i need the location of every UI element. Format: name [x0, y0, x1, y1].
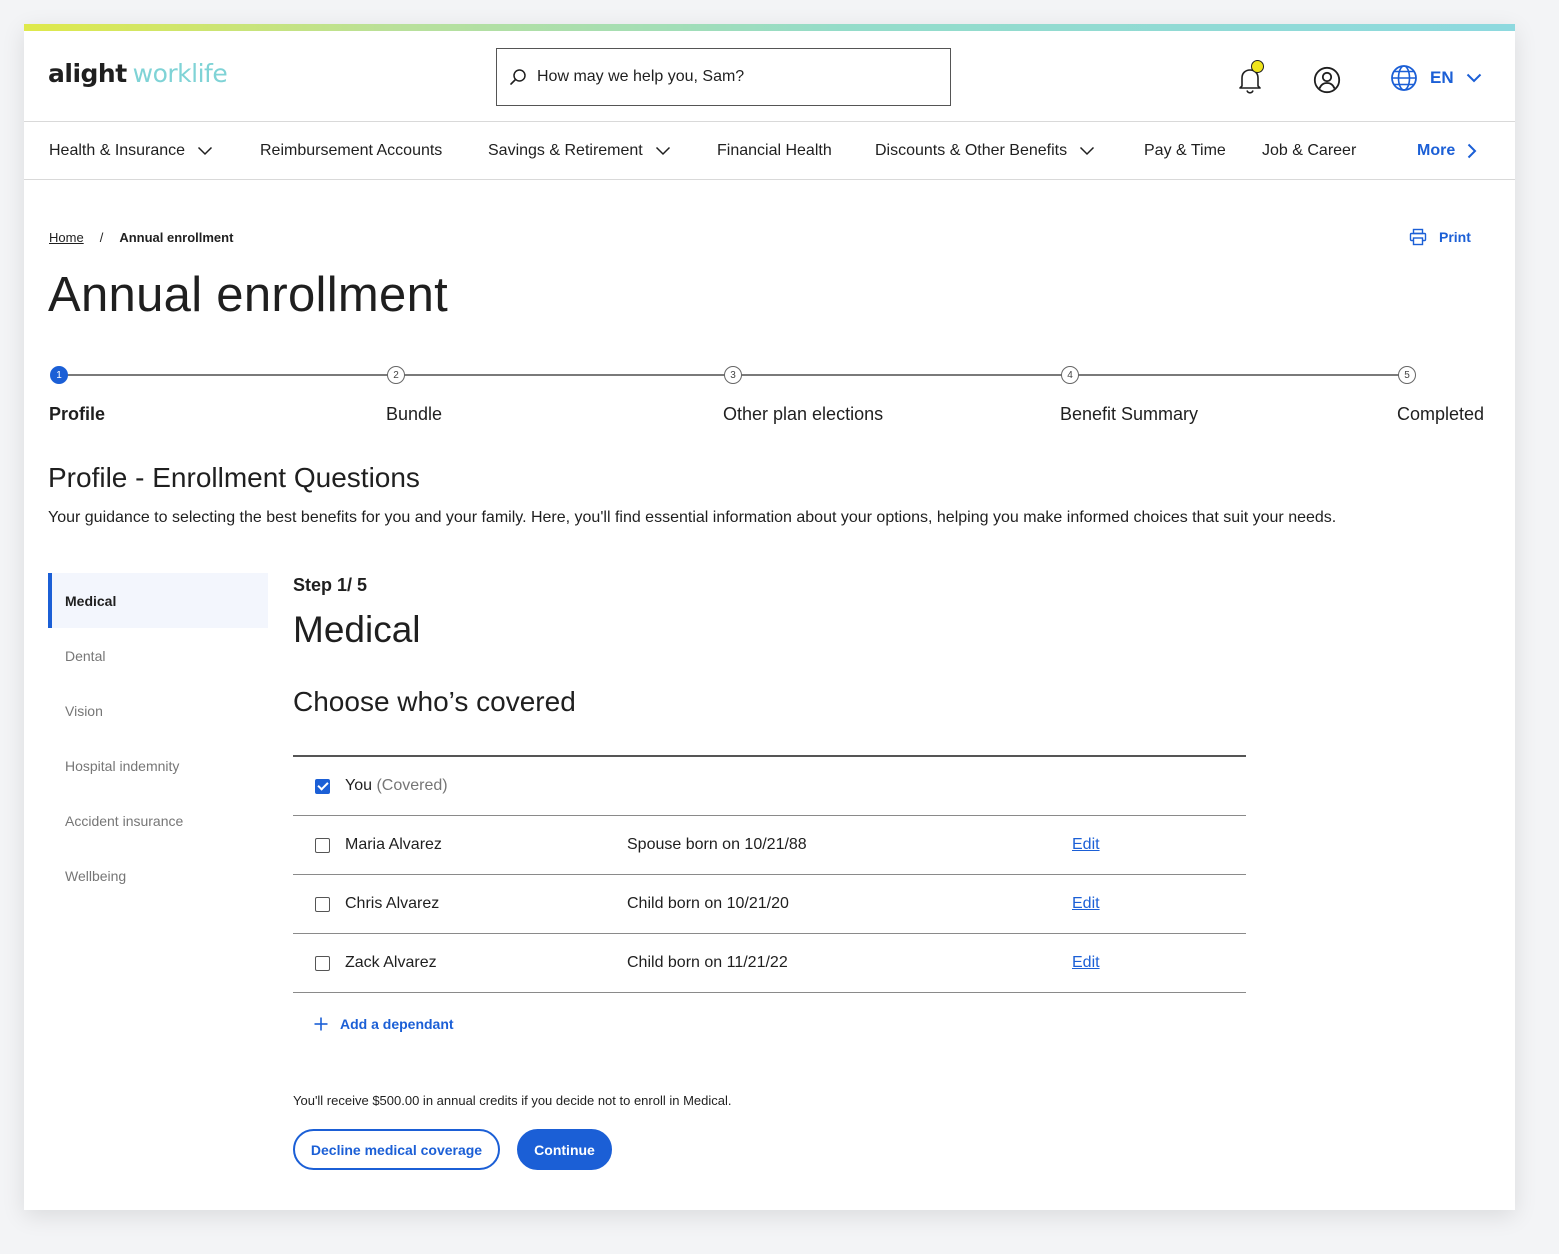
breadcrumb-separator: /	[99, 230, 104, 245]
sidebar-item-wellbeing[interactable]: Wellbeing	[48, 848, 268, 903]
user-icon	[1313, 66, 1341, 94]
main-nav: Health & Insurance Reimbursement Account…	[24, 122, 1515, 180]
chevron-down-icon	[198, 146, 213, 156]
step-label-bundle: Bundle	[386, 404, 443, 424]
coverage-row-maria: Maria Alvarez Spouse born on 10/21/88 Ed…	[293, 816, 1246, 875]
logo-primary: alight	[48, 59, 127, 88]
nav-savings-retirement[interactable]: Savings & Retirement	[488, 122, 671, 180]
breadcrumb: Home / Annual enrollment	[49, 230, 233, 245]
accent-bar	[24, 24, 1515, 31]
breadcrumb-current: Annual enrollment	[119, 230, 234, 245]
breadcrumb-home-link[interactable]: Home	[49, 230, 84, 245]
section-description: Your guidance to selecting the best bene…	[48, 509, 1337, 526]
logo-secondary: worklife	[132, 59, 228, 88]
member-name: Chris Alvarez	[345, 895, 440, 912]
search-box[interactable]	[496, 48, 951, 106]
coverage-row-chris: Chris Alvarez Child born on 10/21/20 Edi…	[293, 875, 1246, 934]
nav-item-label: Financial Health	[717, 142, 832, 159]
search-icon	[510, 69, 526, 85]
chevron-down-icon	[655, 146, 670, 156]
header: alightworklife EN	[24, 31, 1515, 122]
nav-job-career[interactable]: Job & Career	[1262, 122, 1356, 180]
edit-link[interactable]: Edit	[1072, 895, 1100, 913]
plus-icon	[314, 1017, 328, 1031]
decline-medical-coverage-button[interactable]: Decline medical coverage	[293, 1129, 500, 1170]
coverage-row-zack: Zack Alvarez Child born on 11/21/22 Edit	[293, 934, 1246, 993]
member-name: You (Covered)	[345, 777, 448, 795]
printer-icon	[1409, 228, 1427, 246]
language-selector[interactable]: EN	[1390, 64, 1482, 92]
coverage-table: You (Covered) Maria Alvarez Spouse born …	[293, 755, 1246, 993]
step-label-profile: Profile	[49, 404, 106, 424]
add-dependant-button[interactable]: Add a dependant	[314, 1016, 454, 1032]
logo[interactable]: alight worklife	[48, 59, 228, 88]
nav-item-label: Savings & Retirement	[488, 142, 643, 159]
language-label: EN	[1430, 68, 1454, 87]
edit-link[interactable]: Edit	[1072, 954, 1100, 972]
continue-button[interactable]: Continue	[517, 1129, 612, 1170]
step-label-benefit-summary: Benefit Summary	[1060, 404, 1199, 424]
chevron-right-icon	[1468, 143, 1477, 159]
print-button[interactable]: Print	[1409, 228, 1471, 246]
profile-button[interactable]	[1313, 66, 1341, 94]
step-label-other-plan-elections: Other plan elections	[723, 404, 884, 424]
coverage-row-you: You (Covered)	[293, 757, 1246, 816]
nav-item-label: Discounts & Other Benefits	[875, 142, 1068, 159]
credit-note: You'll receive $500.00 in annual credits…	[293, 1093, 732, 1108]
sidebar-item-accident-insurance[interactable]: Accident insurance	[48, 793, 268, 848]
step-label-completed: Completed	[1397, 404, 1485, 424]
checkbox-you[interactable]	[315, 778, 330, 794]
globe-icon	[1391, 65, 1417, 91]
step-indicator-3[interactable]: 3	[724, 366, 742, 384]
add-dependant-label: Add a dependant	[340, 1016, 454, 1032]
member-relationship: Child born on 10/21/20	[627, 895, 789, 912]
checkbox-zack[interactable]	[315, 955, 330, 971]
step-indicator-2[interactable]: 2	[387, 366, 405, 384]
sidebar-item-dental[interactable]: Dental	[48, 628, 268, 683]
nav-reimbursement-accounts[interactable]: Reimbursement Accounts	[260, 122, 442, 180]
coverage-subtitle: Choose who’s covered	[293, 686, 576, 717]
checkbox-chris[interactable]	[315, 896, 330, 912]
medical-title: Medical	[293, 609, 421, 650]
member-covered-note: (Covered)	[376, 777, 448, 794]
sidebar-item-hospital-indemnity[interactable]: Hospital indemnity	[48, 738, 268, 793]
nav-discounts-other-benefits[interactable]: Discounts & Other Benefits	[875, 122, 1095, 180]
member-relationship: Child born on 11/21/22	[627, 954, 788, 971]
sidebar-item-vision[interactable]: Vision	[48, 683, 268, 738]
edit-link[interactable]: Edit	[1072, 836, 1100, 854]
sidebar-item-medical[interactable]: Medical	[48, 573, 268, 628]
chevron-down-icon	[1466, 73, 1481, 83]
step-indicator-1[interactable]: 1	[50, 366, 68, 384]
chevron-down-icon	[1080, 146, 1095, 156]
member-name: Maria Alvarez	[345, 836, 442, 853]
page-title: Annual enrollment	[48, 268, 449, 322]
checkbox-maria[interactable]	[315, 837, 330, 853]
member-relationship: Spouse born on 10/21/88	[627, 836, 807, 853]
page: alightworklife EN Health & Insurance Rei…	[24, 24, 1515, 1210]
step-indicator-5[interactable]: 5	[1398, 366, 1416, 384]
section-title: Profile - Enrollment Questions	[48, 462, 420, 493]
nav-item-label: Job & Career	[1262, 142, 1357, 159]
member-name-text: You	[345, 777, 372, 794]
step-count: Step 1/ 5	[293, 575, 368, 595]
nav-item-label: Health & Insurance	[49, 142, 186, 159]
nav-pay-time[interactable]: Pay & Time	[1144, 122, 1226, 180]
notification-dot	[1251, 60, 1264, 73]
nav-more[interactable]: More	[1417, 122, 1477, 180]
nav-health-insurance[interactable]: Health & Insurance	[49, 122, 213, 180]
nav-item-label: Pay & Time	[1144, 142, 1226, 159]
nav-item-label: Reimbursement Accounts	[260, 142, 443, 159]
nav-more-label: More	[1417, 142, 1456, 159]
nav-financial-health[interactable]: Financial Health	[717, 122, 832, 180]
print-label: Print	[1439, 229, 1471, 245]
search-input[interactable]	[537, 68, 917, 86]
notifications-button[interactable]	[1236, 60, 1264, 94]
member-name: Zack Alvarez	[345, 954, 437, 971]
step-indicator-4[interactable]: 4	[1061, 366, 1079, 384]
